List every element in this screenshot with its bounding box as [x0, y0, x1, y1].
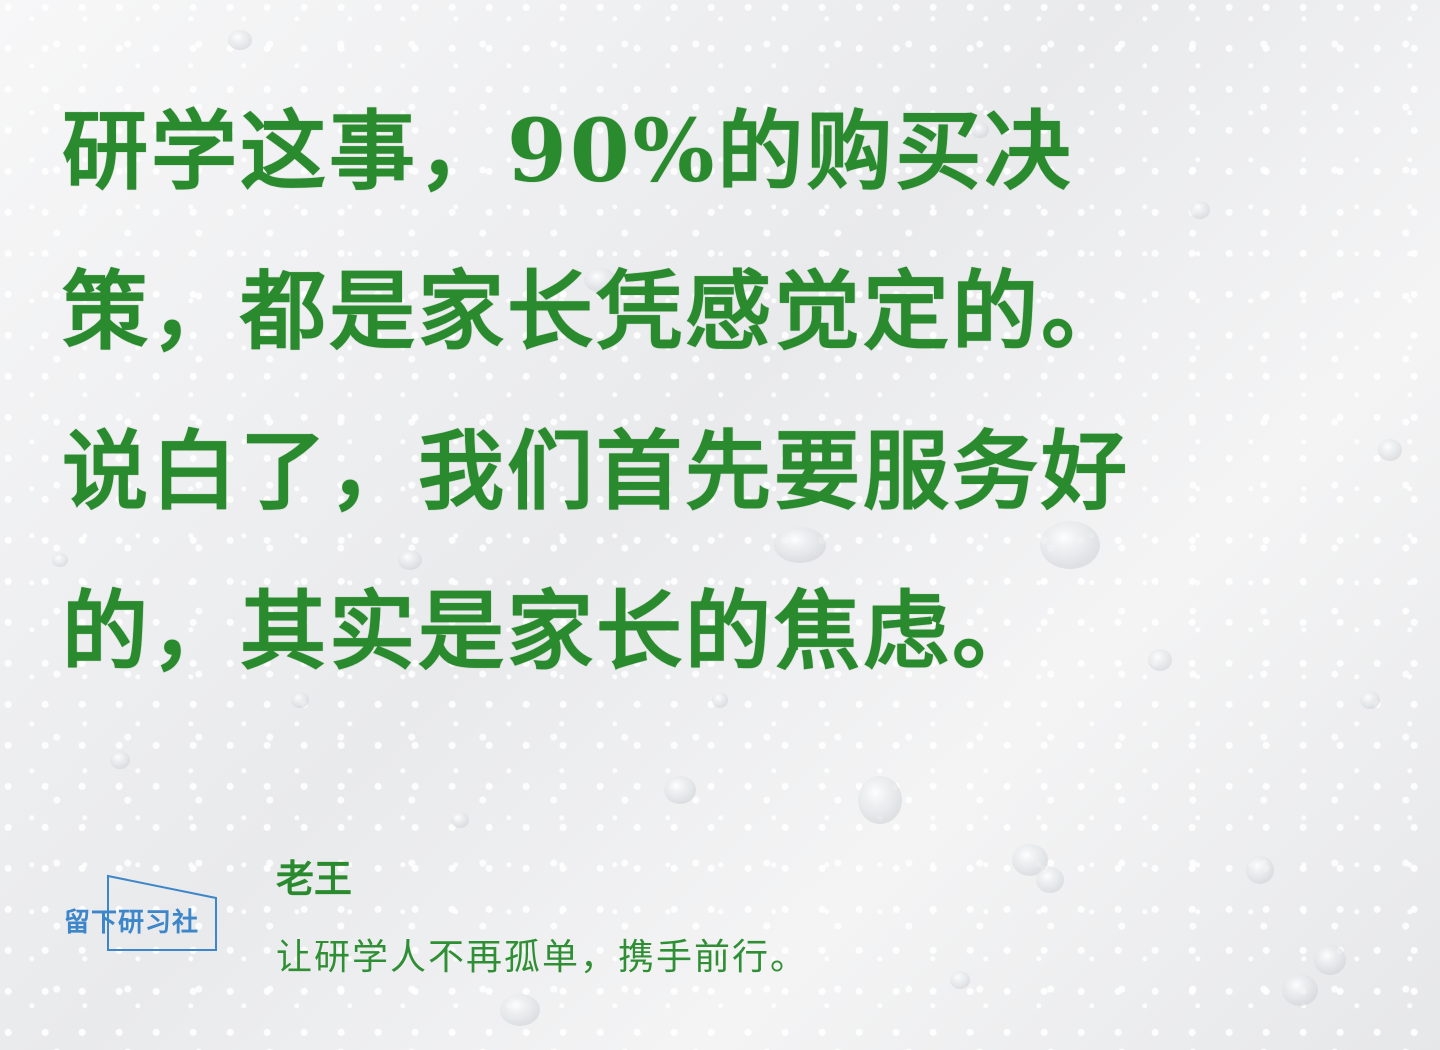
quote-line: 的，其实是家长的焦虑。	[62, 581, 1041, 682]
quote-text: 研学这事，90%的购买决 策，都是家长凭感觉定的。 说白了，我们首先要服务好 的…	[62, 72, 1382, 712]
logo: 留下研习社	[64, 874, 224, 954]
quote-line: 策，都是家长凭感觉定的。	[62, 261, 1130, 362]
author-tagline: 让研学人不再孤单，携手前行。	[276, 937, 809, 978]
author-name: 老王	[276, 856, 353, 901]
logo-text: 留下研习社	[64, 908, 200, 938]
quote-line: 说白了，我们首先要服务好	[62, 421, 1130, 522]
quote-line: 研学这事，90%的购买决	[62, 101, 1074, 202]
